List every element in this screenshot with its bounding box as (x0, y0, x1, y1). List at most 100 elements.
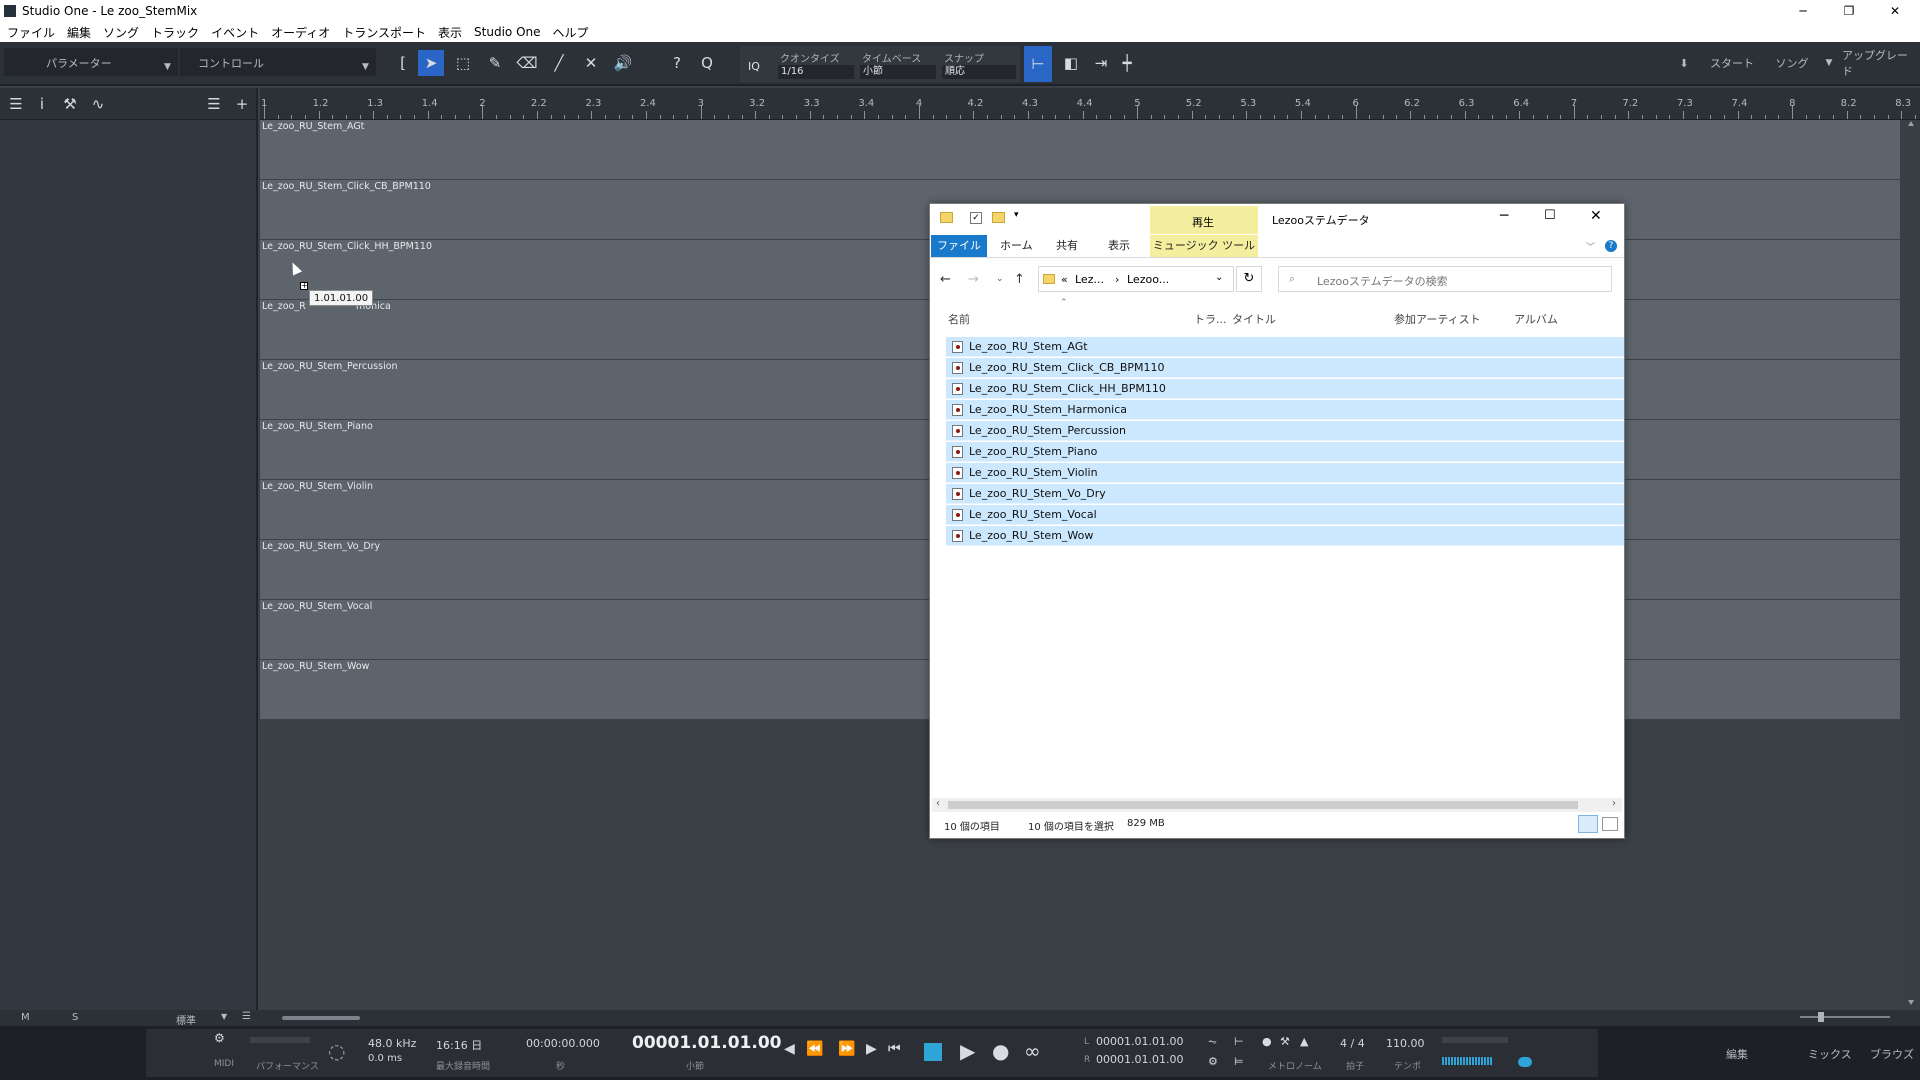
file-row[interactable]: Le_zoo_RU_Stem_Click_HH_BPM110 (946, 379, 1624, 399)
loop-end[interactable]: 00001.01.01.00 (1096, 1053, 1183, 1066)
scroll-right-icon[interactable]: › (1612, 798, 1616, 809)
vertical-scrollbar[interactable] (1900, 120, 1920, 1018)
tab-view[interactable]: 表示 (1108, 235, 1130, 257)
file-row[interactable]: Le_zoo_RU_Stem_Vocal (946, 505, 1624, 525)
master-toggle[interactable] (1518, 1057, 1532, 1067)
iq-button[interactable]: IQ (748, 60, 760, 73)
time-signature[interactable]: 4 / 4 (1340, 1037, 1365, 1050)
loop-start[interactable]: 00001.01.01.00 (1096, 1035, 1183, 1048)
up-arrow-icon[interactable]: ↑ (1014, 272, 1025, 287)
recent-locations-icon[interactable]: ⌄ (996, 274, 1004, 284)
file-row[interactable]: Le_zoo_RU_Stem_Piano (946, 442, 1624, 462)
explorer-close-button[interactable]: ✕ (1590, 208, 1602, 224)
tempo[interactable]: 110.00 (1386, 1037, 1425, 1050)
wrench-icon[interactable]: ⚒ (60, 95, 80, 113)
explorer-minimize-button[interactable]: ─ (1500, 208, 1508, 224)
song-button[interactable]: ソング (1764, 48, 1820, 78)
zoom-slider-handle[interactable] (1818, 1012, 1824, 1022)
close-button[interactable]: ✕ (1872, 0, 1918, 22)
chevron-down-icon[interactable]: ▼ (1822, 48, 1836, 78)
file-row[interactable]: Le_zoo_RU_Stem_Click_CB_BPM110 (946, 358, 1624, 378)
properties-icon[interactable]: ✓ (970, 212, 982, 224)
zoom-tool-button[interactable]: Q (694, 50, 720, 76)
scroll-left-icon[interactable]: ‹ (936, 798, 940, 809)
edit-view-button[interactable]: 編集 (1726, 1046, 1748, 1062)
start-button[interactable]: スタート (1704, 48, 1760, 78)
menu-studio-one[interactable]: Studio One (474, 25, 540, 39)
tab-control[interactable]: コントロール ▼ (180, 48, 376, 76)
info-icon[interactable]: i (32, 95, 52, 113)
metronome-icon[interactable]: ▲ (1300, 1035, 1308, 1048)
breadcrumb-item[interactable]: Lez... (1075, 273, 1104, 286)
horizontal-scrollbar[interactable] (282, 1016, 360, 1020)
details-view-icon[interactable] (1578, 815, 1598, 833)
gear-icon[interactable]: ⚙ (1208, 1055, 1218, 1068)
stop-button[interactable] (924, 1043, 942, 1061)
return-to-zero-button[interactable]: ⏮ (888, 1041, 901, 1057)
chevron-down-icon[interactable]: ﹀ (1586, 240, 1595, 253)
paint-tool-button[interactable]: ╱ (546, 50, 572, 76)
new-folder-icon[interactable] (992, 212, 1005, 223)
tab-parameters[interactable]: パラメーター ▼ (4, 48, 178, 76)
file-row[interactable]: Le_zoo_RU_Stem_Harmonica (946, 400, 1624, 420)
track-lane[interactable]: Le_zoo_RU_Stem_AGt (260, 120, 1900, 180)
browse-view-button[interactable]: ブラウズ (1870, 1046, 1914, 1062)
chevron-down-icon[interactable]: ▼ (221, 1012, 227, 1021)
menu-edit[interactable]: 編集 (67, 24, 91, 41)
refresh-button[interactable]: ↻ (1236, 266, 1262, 292)
solo-button[interactable]: S (72, 1012, 78, 1023)
list-icon[interactable]: ☰ (6, 95, 26, 113)
help-icon[interactable]: ? (1605, 240, 1617, 252)
file-row[interactable]: Le_zoo_RU_Stem_AGt (946, 337, 1624, 357)
precount-icon[interactable]: ⏦ (1208, 1035, 1217, 1049)
cursor-follow-button[interactable]: ┿ (1114, 50, 1140, 76)
next-marker-button[interactable]: ▶ (866, 1041, 877, 1057)
quantize-select[interactable]: 1/16 (778, 65, 854, 79)
scroll-down-icon[interactable] (1908, 1000, 1914, 1005)
explorer-horizontal-scrollbar[interactable]: ‹ › (932, 798, 1622, 812)
forward-arrow-icon[interactable]: → (968, 272, 979, 287)
explorer-maximize-button[interactable]: ☐ (1544, 208, 1556, 223)
column-title[interactable]: タイトル (1232, 311, 1276, 327)
split-tool-button[interactable]: ✎ (482, 50, 508, 76)
chevron-down-icon[interactable]: ▾ (1014, 210, 1019, 220)
metronome-settings-icon[interactable]: ⚒ (1280, 1035, 1290, 1048)
upgrade-button[interactable]: アップグレード (1842, 48, 1918, 78)
mix-view-button[interactable]: ミックス (1808, 1046, 1852, 1062)
previous-marker-button[interactable]: ◀ (784, 1041, 795, 1057)
tab-home[interactable]: ホーム (1000, 235, 1033, 257)
column-album[interactable]: アルバム (1514, 311, 1558, 327)
column-artists[interactable]: 参加アーティスト (1394, 311, 1481, 327)
maximize-button[interactable]: ❐ (1826, 0, 1872, 22)
menu-event[interactable]: イベント (211, 24, 259, 41)
metronome-toggle-icon[interactable]: ● (1262, 1035, 1272, 1048)
rewind-button[interactable]: ⏪ (806, 1041, 823, 1057)
chevron-down-icon[interactable]: ⌄ (1215, 272, 1223, 283)
arrow-tool-button[interactable]: ➤ (418, 50, 444, 76)
automation-icon[interactable]: ∿ (88, 95, 108, 113)
record-button[interactable]: ● (992, 1039, 1009, 1063)
file-row[interactable]: Le_zoo_RU_Stem_Wow (946, 526, 1624, 546)
add-track-button[interactable]: + (232, 95, 252, 113)
snap-toggle-button[interactable]: ⊢ (1024, 46, 1052, 82)
mute-tool-button[interactable]: ✕ (578, 50, 604, 76)
file-row[interactable]: Le_zoo_RU_Stem_Vo_Dry (946, 484, 1624, 504)
file-row[interactable]: Le_zoo_RU_Stem_Percussion (946, 421, 1624, 441)
listen-tool-button[interactable]: 🔊 (610, 50, 636, 76)
list-icon[interactable]: ☰ (242, 1011, 251, 1022)
help-button[interactable]: ? (664, 50, 690, 76)
mute-button[interactable]: M (21, 1012, 30, 1023)
column-track[interactable]: トラ... (1194, 311, 1227, 327)
back-arrow-icon[interactable]: ← (940, 272, 951, 287)
play-button[interactable]: ▶ (960, 1039, 975, 1063)
tab-music-tools[interactable]: ミュージック ツール (1150, 235, 1258, 257)
minimize-button[interactable]: ─ (1780, 0, 1826, 22)
snap-left-button[interactable]: ◧ (1058, 50, 1084, 76)
address-bar[interactable]: « Lez... › Lezoo... ⌄ (1038, 266, 1234, 292)
breadcrumb-item[interactable]: Lezoo... (1127, 273, 1169, 286)
file-row[interactable]: Le_zoo_RU_Stem_Violin (946, 463, 1624, 483)
track-list-icon[interactable]: ☰ (204, 95, 224, 113)
timebase-select[interactable]: 小節 (860, 65, 936, 79)
download-icon[interactable]: ⬇ (1668, 48, 1700, 78)
autopunch-icon[interactable]: ⊨ (1234, 1055, 1244, 1068)
